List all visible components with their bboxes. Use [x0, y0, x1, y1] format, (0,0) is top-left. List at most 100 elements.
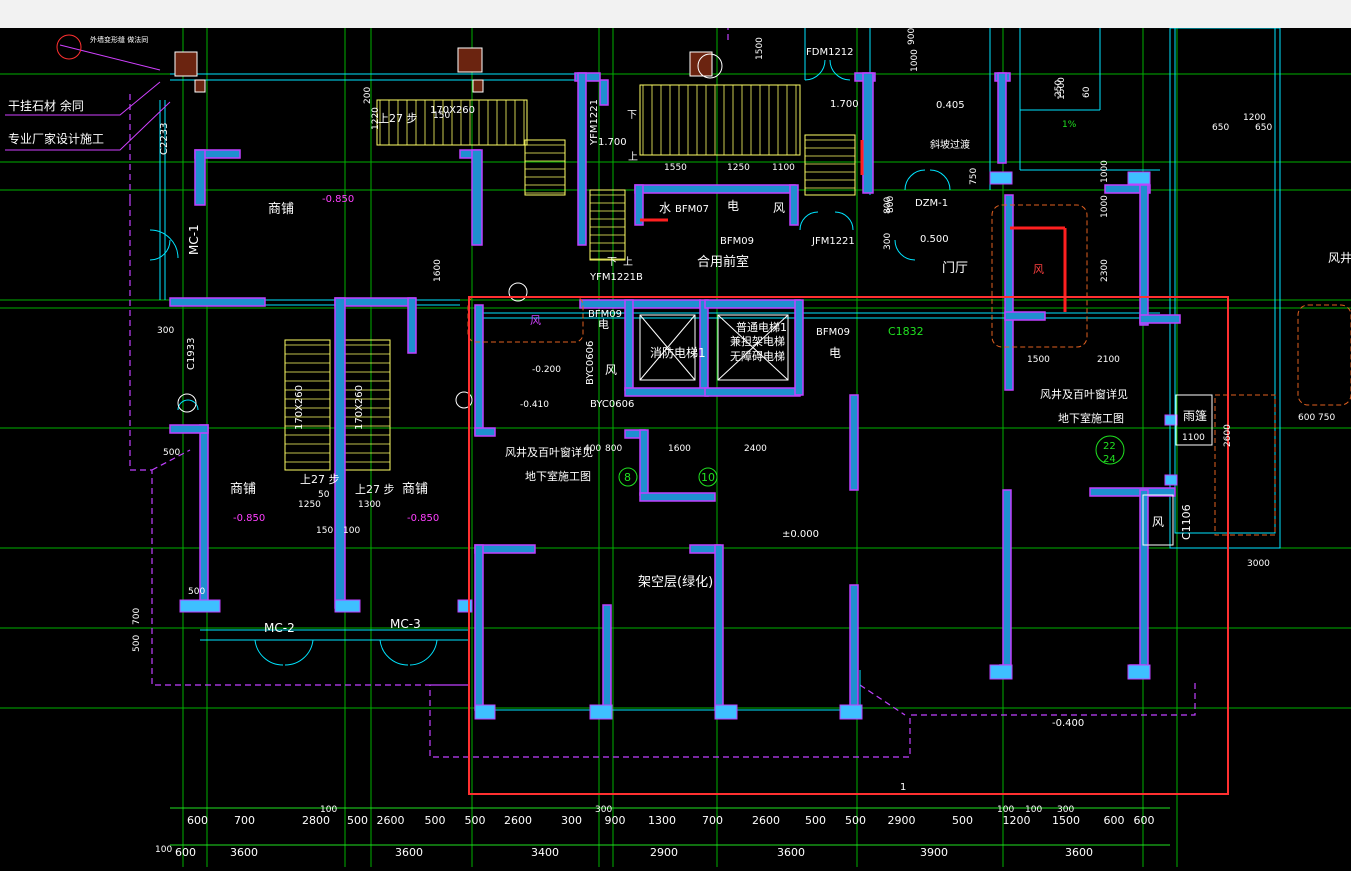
room-wind-4: 风: [530, 314, 541, 327]
dim-inner: 50: [318, 490, 330, 500]
label-jfm1221: JFM1221: [811, 236, 855, 247]
label-mc1: MC-1: [187, 224, 201, 255]
room-wind-2: 风: [605, 363, 617, 377]
dim-bottom-row1: 1200: [1003, 814, 1031, 827]
dim-inner: 1600: [668, 444, 691, 454]
label-down-1: 下: [627, 110, 637, 121]
dim-inner: 650: [1255, 123, 1272, 133]
dim-bottom-row2: 3900: [920, 846, 948, 859]
level-9: 1.700: [830, 99, 859, 110]
label-shaft-note-1: 风井及百叶窗详见: [505, 445, 593, 459]
dim-inner: 900: [907, 28, 917, 45]
dim-bottom-row1: 600: [187, 814, 208, 827]
label-stair-size-2: 170X260: [294, 385, 305, 430]
window-title-bar: [0, 0, 1351, 29]
dim-inner: 3000: [1247, 559, 1270, 569]
room-wind-shaft: 风井: [1328, 251, 1351, 265]
label-down-2: 下: [607, 257, 617, 268]
dim-bottom-row1: 600: [1134, 814, 1155, 827]
label-c1933: C1933: [186, 338, 197, 370]
note-manufacturer: 专业厂家设计施工: [8, 131, 104, 146]
dim-bottom-row1: 500: [465, 814, 486, 827]
label-shaft-note-2: 地下室施工图: [525, 469, 591, 483]
room-shop-2: 商铺: [230, 482, 256, 497]
room-wind-red: 风: [1033, 263, 1044, 276]
cad-drawing-canvas[interactable]: 干挂石材 余同 专业厂家设计施工 外墙变形缝 做法同 商铺 商铺 商铺 合用前室…: [0, 27, 1351, 867]
label-c2233: C2233: [159, 123, 170, 155]
level-2: -0.850: [233, 513, 265, 524]
dim-inner: 2100: [1097, 355, 1120, 365]
label-stair-size-3: 170X260: [354, 385, 365, 430]
label-c1832: C1832: [888, 325, 924, 338]
label-c1106: C1106: [1180, 504, 1193, 540]
label-shaft-note-4: 地下室施工图: [1058, 411, 1124, 425]
dim-bottom-row1: 2600: [504, 814, 532, 827]
dim-bottom-row2: 3600: [230, 846, 258, 859]
level-10: 0.500: [920, 234, 949, 245]
level-7: -0.400: [1052, 718, 1084, 729]
level-6: ±0.000: [782, 529, 819, 540]
dim-inner: 300: [883, 233, 893, 250]
orange-dashed-outline: [467, 204, 1351, 536]
dim-bottom-row1: 1300: [648, 814, 676, 827]
dim-inner: 1200: [1243, 113, 1266, 123]
room-shop-3: 商铺: [402, 482, 428, 497]
dim-bottom-row1: 700: [234, 814, 255, 827]
dim-inner: 2600: [1223, 424, 1233, 447]
label-frac-top: 22: [1103, 441, 1116, 452]
label-bfm09a: BFM09: [720, 236, 754, 247]
dim-inner: 60: [1082, 86, 1092, 98]
floor-plan-drawing[interactable]: 干挂石材 余同 专业厂家设计施工 外墙变形缝 做法同 商铺 商铺 商铺 合用前室…: [0, 27, 1351, 867]
dim-inner: 1000: [1100, 160, 1110, 183]
dim-inner: 500: [132, 635, 142, 652]
dim-bottom-row2: 3600: [777, 846, 805, 859]
dim-bottom-row1: 500: [805, 814, 826, 827]
room-elevator-2: 兼担架电梯: [730, 334, 785, 348]
room-fire-elevator: 消防电梯1: [650, 345, 706, 360]
label-yfm1221b: YFM1221B: [589, 272, 643, 283]
dim-inner: 500: [188, 587, 205, 597]
bottom-dims-row1: 600 700 2800 500 2600 500 500 2600 300 900 1300 700…: [187, 814, 1155, 827]
room-wind-3: 风: [1152, 515, 1164, 529]
dim-bottom-row1: 600: [1104, 814, 1125, 827]
dim-inner: 100: [343, 526, 360, 536]
dim-inner: 1600: [433, 259, 443, 282]
room-overhead-floor: 架空层(绿化): [638, 575, 713, 590]
room-electric-1: 电: [727, 199, 739, 213]
level-1: -0.850: [322, 194, 354, 205]
dim-inner: 1300: [358, 500, 381, 510]
dim-inner: 1500: [755, 37, 765, 60]
label-steps-1: 上27 步: [378, 112, 418, 125]
label-bfm09c: BFM09: [588, 309, 622, 320]
structural-columns: [174, 47, 713, 93]
dim-bottom-extra: 100: [320, 805, 337, 815]
dim-inner: 1250: [298, 500, 321, 510]
dim-bottom-row1: 500: [347, 814, 368, 827]
level-slope: 1%: [1062, 120, 1077, 130]
dim-bottom-extra: 100: [997, 805, 1014, 815]
label-dzm1: DZM-1: [915, 198, 948, 209]
dim-inner: 150: [433, 111, 450, 121]
axis-bubble-8: 8: [624, 471, 631, 484]
room-wind-1: 风: [773, 201, 785, 215]
dim-bottom-row1: 300: [561, 814, 582, 827]
dim-inner: 600: [1298, 413, 1315, 423]
label-steps-3: 上27 步: [355, 483, 395, 496]
label-bfm07: BFM07: [675, 204, 709, 215]
door-swings: [149, 59, 951, 666]
dim-bottom-extra: 100: [155, 845, 172, 855]
dim-inner: 800: [886, 196, 896, 213]
dim-inner: 1100: [1182, 433, 1205, 443]
dim-bottom-extra: 300: [1057, 805, 1074, 815]
dim-inner: 1220: [371, 107, 381, 130]
dim-inner: 700: [132, 608, 142, 625]
label-slope: 斜坡过渡: [930, 138, 970, 151]
dim-bottom-extra: 100: [1025, 805, 1042, 815]
level-5: -0.410: [520, 400, 549, 410]
dim-inner: 1000: [1100, 195, 1110, 218]
dim-inner: 150: [316, 526, 333, 536]
room-shop-1: 商铺: [268, 202, 294, 217]
dim-bottom-row1: 500: [845, 814, 866, 827]
dim-bottom-row1: 500: [952, 814, 973, 827]
room-canopy: 雨篷: [1183, 408, 1207, 423]
